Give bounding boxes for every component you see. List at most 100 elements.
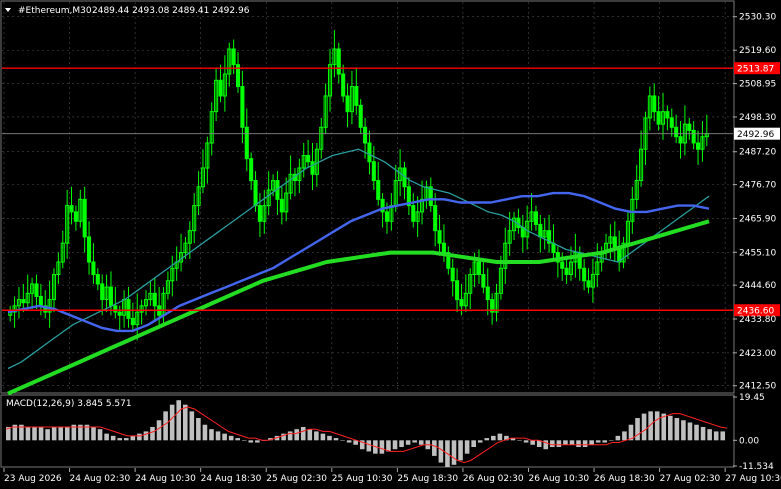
macd-histogram-bar xyxy=(45,429,50,441)
macd-histogram-bar xyxy=(471,440,476,447)
macd-histogram-bar xyxy=(163,411,168,441)
macd-histogram-bar xyxy=(654,411,660,441)
price-tick-label: 2530.30 xyxy=(739,13,776,23)
macd-histogram-bar xyxy=(241,440,247,441)
macd-histogram-bar xyxy=(110,435,116,441)
macd-tick-label: -11.534 xyxy=(739,462,774,472)
macd-histogram-bar xyxy=(576,440,581,447)
candle-body xyxy=(678,136,683,144)
time-tick-label: 25 Aug 10:30 xyxy=(332,474,393,484)
macd-histogram-bar xyxy=(635,418,640,441)
macd-histogram-bar xyxy=(674,418,680,441)
macd-histogram-bar xyxy=(97,429,103,441)
candle-body xyxy=(656,111,661,125)
macd-histogram-bar xyxy=(228,435,234,441)
candle-body xyxy=(34,283,39,297)
macd-histogram-bar xyxy=(189,411,195,441)
candle-body xyxy=(428,186,433,207)
time-tick-label: 26 Aug 10:30 xyxy=(528,474,589,484)
candle-body xyxy=(441,242,446,254)
candle-body xyxy=(306,154,311,163)
candle-body xyxy=(538,223,543,238)
macd-histogram-bar xyxy=(582,440,588,447)
trading-chart[interactable]: 2513.87 2436.60 2492.96 19.45 0.00 -11.534 2… xyxy=(0,0,781,489)
macd-histogram-bar xyxy=(340,440,345,441)
candle-body xyxy=(130,317,135,326)
macd-histogram-bar xyxy=(222,433,227,441)
price-tick-label: 2476.70 xyxy=(739,181,776,191)
price-tick-label: 2412.50 xyxy=(739,382,776,392)
macd-signal-line xyxy=(5,406,728,464)
price-tick-label: 2423.00 xyxy=(739,349,776,359)
chart-canvas[interactable]: 2513.872436.602492.96 19.450.00-11.534 2… xyxy=(0,0,781,489)
macd-histogram-bar xyxy=(713,431,719,441)
macd-histogram-bar xyxy=(530,440,535,445)
candle-body xyxy=(586,280,591,288)
macd-tick-label: 19.45 xyxy=(739,393,765,403)
time-tick-label: 24 Aug 02:30 xyxy=(70,474,131,484)
price-tick-label: 2465.90 xyxy=(739,214,776,224)
candle-body xyxy=(21,299,26,304)
macd-histogram-bar xyxy=(700,426,706,441)
candle-body xyxy=(244,126,249,160)
macd-histogram-bar xyxy=(602,440,608,443)
candle-body xyxy=(249,158,254,182)
candle-body xyxy=(376,180,381,200)
ma-slow-line xyxy=(7,219,710,396)
macd-histogram-bar xyxy=(248,440,254,443)
candle-body xyxy=(582,267,587,282)
macd-histogram-bar xyxy=(169,404,175,441)
macd-histogram-bar xyxy=(333,438,339,441)
macd-histogram-bar xyxy=(196,418,201,441)
macd-histogram-bar xyxy=(681,420,686,441)
macd-histogram-bar xyxy=(412,440,417,443)
time-tick-label: 27 Aug 02:30 xyxy=(660,474,721,484)
macd-histogram-bar xyxy=(569,440,575,445)
candle-body xyxy=(533,211,538,225)
macd-histogram-bar xyxy=(117,438,123,441)
macd-histogram-bar xyxy=(550,440,555,447)
macd-histogram-bar xyxy=(484,438,490,441)
candle-body xyxy=(665,111,670,119)
candle-body xyxy=(87,236,92,263)
candle-body xyxy=(652,95,657,113)
macd-histogram-bar xyxy=(458,440,463,461)
macd-histogram-bar xyxy=(438,440,444,463)
candle-body xyxy=(560,261,565,269)
candle-body xyxy=(363,126,368,144)
macd-histogram-bar xyxy=(104,433,109,441)
candle-body xyxy=(459,299,464,307)
candle-body xyxy=(152,292,157,307)
current-price-label: 2492.96 xyxy=(737,130,774,140)
candle-body xyxy=(257,205,262,222)
price-tick-label: 2455.10 xyxy=(739,248,776,258)
price-tick-label: 2487.20 xyxy=(739,148,776,158)
macd-histogram-bar xyxy=(523,440,529,443)
time-axis: 23 Aug 2026 24 Aug 02:30 24 Aug 10:30 24 Au… xyxy=(3,468,781,484)
time-tick-label: 26 Aug 02:30 xyxy=(463,474,524,484)
macd-histogram-bar xyxy=(91,426,96,441)
candle-body xyxy=(437,230,442,244)
macd-histogram-bar xyxy=(405,440,411,445)
macd-histogram-bar xyxy=(123,438,129,441)
macd-histogram-bar xyxy=(477,440,483,443)
macd-histogram-bar xyxy=(595,440,601,443)
macd-histogram-bar xyxy=(589,440,594,445)
candle-body xyxy=(108,286,113,307)
macd-histogram-bar xyxy=(615,435,621,441)
macd-histogram-bar xyxy=(202,424,208,441)
macd-histogram-bar xyxy=(563,440,568,445)
macd-histogram-bar xyxy=(327,435,332,441)
candle-body xyxy=(564,267,569,276)
macd-histogram-bar xyxy=(25,426,31,441)
chart-menu-triangle-icon[interactable] xyxy=(5,8,11,12)
macd-label: MACD(12,26,9) 3.845 5.571 xyxy=(6,399,132,409)
candle-body xyxy=(82,198,87,238)
candle-body xyxy=(455,280,460,301)
candle-body xyxy=(476,261,482,276)
macd-histogram-bar xyxy=(156,420,162,441)
candles xyxy=(8,30,709,341)
candle-body xyxy=(450,267,455,282)
macd-histogram-bar xyxy=(137,433,142,441)
price-tick-label: 2508.95 xyxy=(739,80,776,90)
